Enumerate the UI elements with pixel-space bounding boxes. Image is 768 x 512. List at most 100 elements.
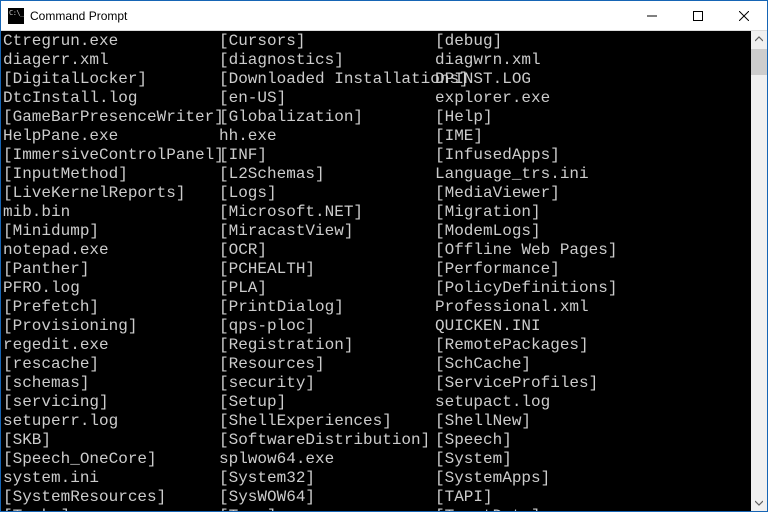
listing-cell: Professional.xml xyxy=(435,298,589,317)
listing-row: Ctregrun.exe[Cursors][debug] xyxy=(3,32,751,51)
listing-row: [InputMethod][L2Schemas]Language_trs.ini xyxy=(3,165,751,184)
listing-cell: [rescache] xyxy=(3,355,219,374)
listing-cell: Language_trs.ini xyxy=(435,165,589,184)
listing-cell: [Help] xyxy=(435,108,493,127)
listing-cell: QUICKEN.INI xyxy=(435,317,541,336)
listing-row: [Tasks][Temp][ToastData] xyxy=(3,507,751,511)
listing-cell: [debug] xyxy=(435,32,502,51)
listing-row: [Panther][PCHEALTH][Performance] xyxy=(3,260,751,279)
listing-cell: diagwrn.xml xyxy=(435,51,541,70)
listing-cell: hh.exe xyxy=(219,127,435,146)
window-title: Command Prompt xyxy=(30,9,629,23)
listing-cell: [InputMethod] xyxy=(3,165,219,184)
listing-cell: [ShellExperiences] xyxy=(219,412,435,431)
listing-cell: DtcInstall.log xyxy=(3,89,219,108)
listing-cell: [SKB] xyxy=(3,431,219,450)
listing-row: [DigitalLocker][Downloaded Installations… xyxy=(3,70,751,89)
maximize-button[interactable] xyxy=(675,1,721,30)
listing-row: [GameBarPresenceWriter][Globalization][H… xyxy=(3,108,751,127)
listing-row: HelpPane.exehh.exe[IME] xyxy=(3,127,751,146)
listing-row: regedit.exe[Registration][RemotePackages… xyxy=(3,336,751,355)
listing-cell: [MediaViewer] xyxy=(435,184,560,203)
listing-cell: [Prefetch] xyxy=(3,298,219,317)
scroll-down-button[interactable] xyxy=(751,495,767,511)
listing-cell: notepad.exe xyxy=(3,241,219,260)
listing-row: [ImmersiveControlPanel][INF][InfusedApps… xyxy=(3,146,751,165)
listing-cell: [Microsoft.NET] xyxy=(219,203,435,222)
app-icon xyxy=(8,8,24,24)
listing-cell: [SchCache] xyxy=(435,355,531,374)
listing-cell: [DigitalLocker] xyxy=(3,70,219,89)
listing-cell: [GameBarPresenceWriter] xyxy=(3,108,219,127)
listing-row: [SKB][SoftwareDistribution][Speech] xyxy=(3,431,751,450)
listing-cell: [Migration] xyxy=(435,203,541,222)
listing-cell: [System] xyxy=(435,450,512,469)
listing-cell: [ServiceProfiles] xyxy=(435,374,598,393)
vertical-scrollbar[interactable] xyxy=(751,31,767,511)
window-controls xyxy=(629,1,767,30)
listing-cell: [ToastData] xyxy=(435,507,541,511)
listing-cell: [Downloaded Installations] xyxy=(219,70,435,89)
listing-row: mib.bin[Microsoft.NET][Migration] xyxy=(3,203,751,222)
close-button[interactable] xyxy=(721,1,767,30)
listing-cell: [Cursors] xyxy=(219,32,435,51)
listing-row: [servicing][Setup]setupact.log xyxy=(3,393,751,412)
listing-cell: [TAPI] xyxy=(435,488,493,507)
titlebar[interactable]: Command Prompt xyxy=(1,1,767,31)
listing-cell: [RemotePackages] xyxy=(435,336,589,355)
listing-cell: [INF] xyxy=(219,146,435,165)
console-output[interactable]: Ctregrun.exe[Cursors][debug]diagerr.xml[… xyxy=(1,31,751,511)
listing-cell: [Logs] xyxy=(219,184,435,203)
listing-row: PFRO.log[PLA][PolicyDefinitions] xyxy=(3,279,751,298)
listing-cell: [SoftwareDistribution] xyxy=(219,431,435,450)
listing-cell: [IME] xyxy=(435,127,483,146)
listing-cell: [Globalization] xyxy=(219,108,435,127)
listing-row: DtcInstall.log[en-US]explorer.exe xyxy=(3,89,751,108)
listing-cell: diagerr.xml xyxy=(3,51,219,70)
listing-cell: [Panther] xyxy=(3,260,219,279)
scroll-up-button[interactable] xyxy=(751,31,767,47)
listing-row: setuperr.log[ShellExperiences][ShellNew] xyxy=(3,412,751,431)
listing-cell: [Speech] xyxy=(435,431,512,450)
listing-cell: [Performance] xyxy=(435,260,560,279)
minimize-button[interactable] xyxy=(629,1,675,30)
listing-cell: [ImmersiveControlPanel] xyxy=(3,146,219,165)
listing-cell: [Offline Web Pages] xyxy=(435,241,617,260)
listing-cell: [SystemResources] xyxy=(3,488,219,507)
listing-row: notepad.exe[OCR][Offline Web Pages] xyxy=(3,241,751,260)
listing-cell: Ctregrun.exe xyxy=(3,32,219,51)
listing-cell: [Temp] xyxy=(219,507,435,511)
listing-cell: [Minidump] xyxy=(3,222,219,241)
listing-cell: [qps-ploc] xyxy=(219,317,435,336)
listing-cell: setupact.log xyxy=(435,393,550,412)
listing-cell: [Resources] xyxy=(219,355,435,374)
listing-cell: [Setup] xyxy=(219,393,435,412)
listing-cell: [Speech_OneCore] xyxy=(3,450,219,469)
listing-row: system.ini[System32][SystemApps] xyxy=(3,469,751,488)
listing-row: diagerr.xml[diagnostics]diagwrn.xml xyxy=(3,51,751,70)
listing-cell: [PLA] xyxy=(219,279,435,298)
listing-cell: [security] xyxy=(219,374,435,393)
listing-cell: setuperr.log xyxy=(3,412,219,431)
listing-cell: [Registration] xyxy=(219,336,435,355)
listing-cell: [ShellNew] xyxy=(435,412,531,431)
listing-cell: [Provisioning] xyxy=(3,317,219,336)
listing-cell: [SystemApps] xyxy=(435,469,550,488)
listing-cell: [L2Schemas] xyxy=(219,165,435,184)
listing-cell: [diagnostics] xyxy=(219,51,435,70)
listing-cell: [InfusedApps] xyxy=(435,146,560,165)
listing-cell: [schemas] xyxy=(3,374,219,393)
listing-cell: [LiveKernelReports] xyxy=(3,184,219,203)
listing-row: [Speech_OneCore]splwow64.exe[System] xyxy=(3,450,751,469)
listing-row: [SystemResources][SysWOW64][TAPI] xyxy=(3,488,751,507)
listing-cell: DPINST.LOG xyxy=(435,70,531,89)
listing-cell: [servicing] xyxy=(3,393,219,412)
scroll-thumb[interactable] xyxy=(751,49,767,75)
listing-cell: [PolicyDefinitions] xyxy=(435,279,617,298)
listing-row: [schemas][security][ServiceProfiles] xyxy=(3,374,751,393)
scroll-track[interactable] xyxy=(751,47,767,495)
listing-row: [LiveKernelReports][Logs][MediaViewer] xyxy=(3,184,751,203)
listing-row: [Minidump][MiracastView][ModemLogs] xyxy=(3,222,751,241)
listing-row: [Provisioning][qps-ploc]QUICKEN.INI xyxy=(3,317,751,336)
listing-cell: HelpPane.exe xyxy=(3,127,219,146)
